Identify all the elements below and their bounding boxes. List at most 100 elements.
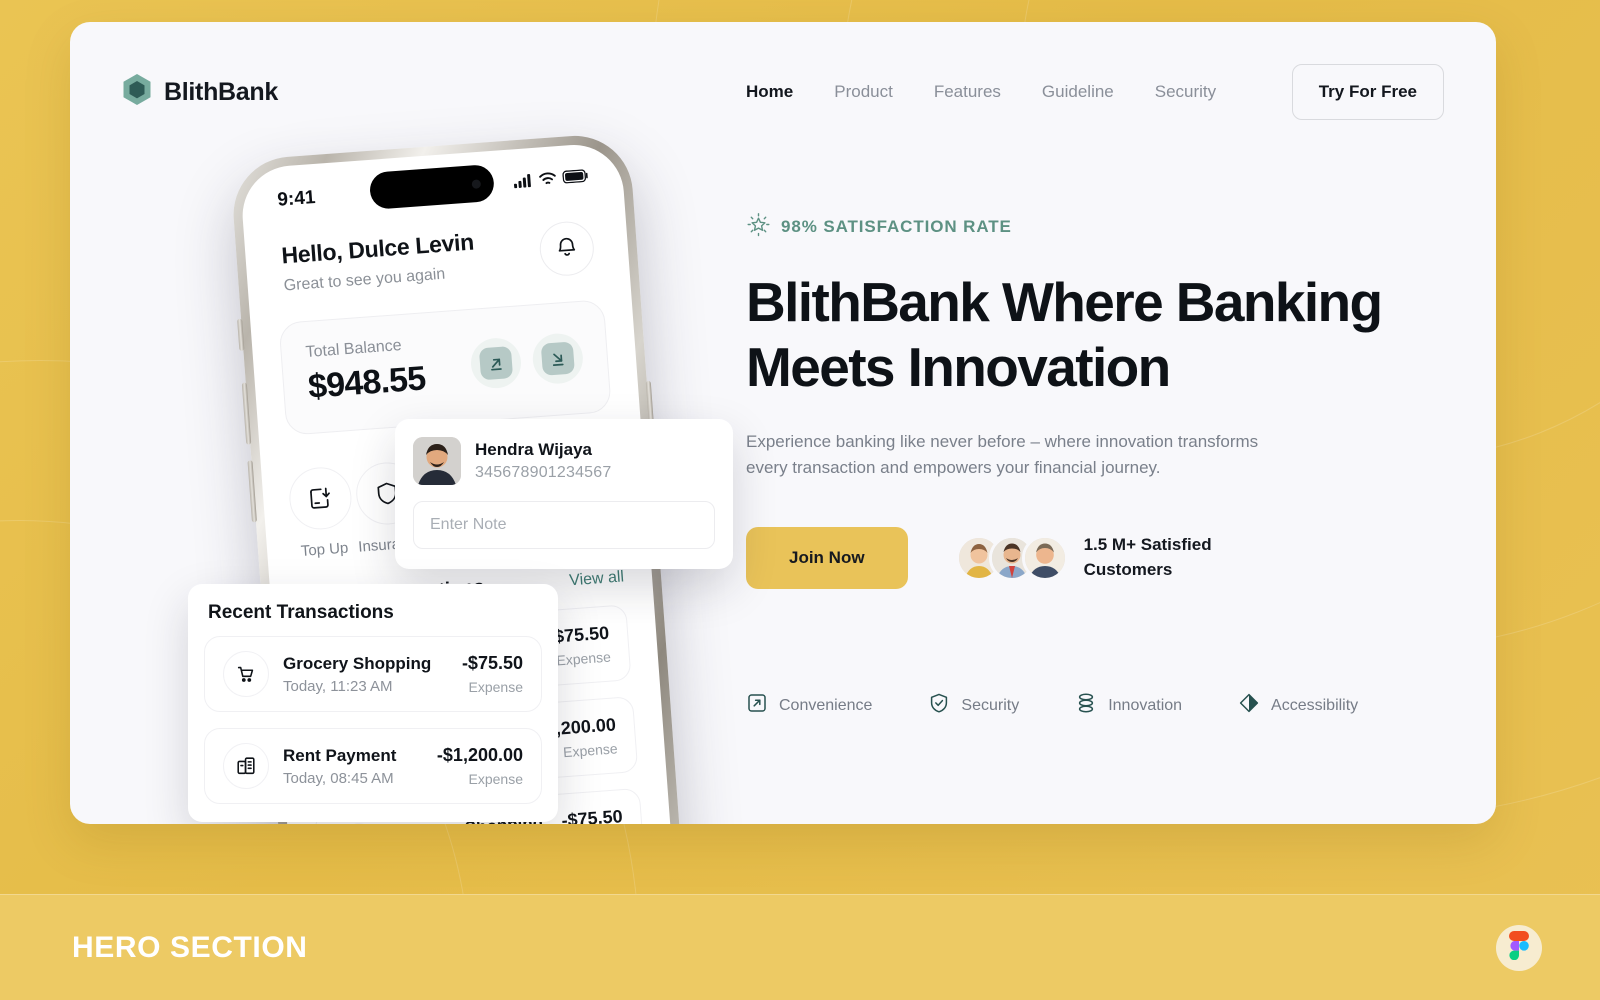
transaction-type: Expense [468, 679, 523, 695]
send-money-button[interactable] [469, 336, 523, 390]
transaction-amount: -$75.50 [560, 806, 624, 824]
feature-item-accessibility[interactable]: Accessibility [1238, 692, 1358, 719]
brand-name: BlithBank [164, 77, 278, 106]
external-link-box-icon [746, 692, 768, 719]
transaction-title: Rent Payment [283, 745, 397, 765]
brand-logo[interactable]: BlithBank [122, 73, 278, 111]
page-title: BlithBank Where Banking Meets Innovation [746, 270, 1446, 401]
shopping-cart-icon [334, 821, 384, 824]
transaction-amount: -$75.50 [461, 653, 523, 673]
nav-link-features[interactable]: Features [934, 82, 1001, 102]
feature-label: Convenience [779, 696, 873, 714]
feature-label: Security [961, 696, 1020, 714]
phone-volume-down-button [247, 460, 257, 523]
headline-line-2: Meets Innovation [746, 336, 1171, 399]
view-all-link[interactable]: View all [569, 568, 625, 590]
top-up-icon [287, 465, 355, 532]
join-now-button[interactable]: Join Now [746, 526, 908, 589]
social-proof: 1.5 M+ Satisfied Customers [955, 533, 1212, 582]
front-camera-icon [471, 178, 482, 189]
feature-item-convenience[interactable]: Convenience [746, 692, 872, 719]
transfer-recipient: Hendra Wijaya 345678901234567 [413, 437, 715, 485]
recent-transactions-overlay-card: Recent Transactions Grocery Shopping Tod… [188, 584, 558, 822]
transaction-title: Grocery Shopping [283, 653, 432, 673]
balance-amount: $948.55 [306, 359, 427, 406]
hero-section-card: BlithBank Home Product Features Guidelin… [70, 22, 1496, 824]
transaction-amount-group: -$1,200.00 Expense [437, 745, 523, 787]
nav-link-home[interactable]: Home [746, 82, 793, 102]
cellular-signal-icon [513, 173, 533, 193]
figma-badge[interactable] [1496, 924, 1542, 971]
quick-action-top-up[interactable]: Top Up [285, 465, 358, 561]
transfer-overlay-card: Hendra Wijaya 345678901234567 [395, 419, 733, 569]
shopping-cart-icon [223, 651, 269, 697]
transaction-type: Expense [555, 648, 612, 669]
feature-row: Convenience Security Innovation Accessib… [746, 692, 1358, 719]
feature-item-innovation[interactable]: Innovation [1075, 692, 1182, 719]
greeting-subtitle: Great to see you again [283, 265, 446, 295]
caption-band: HERO SECTION [0, 894, 1600, 1000]
hexagon-logo-icon [122, 73, 152, 111]
status-icons [513, 168, 589, 192]
social-proof-text: 1.5 M+ Satisfied Customers [1084, 533, 1212, 582]
hero-subtext: Experience banking like never before – w… [746, 431, 1259, 477]
avatar-stack [955, 534, 1068, 581]
sparkle-star-icon [746, 212, 771, 242]
nav-link-guideline[interactable]: Guideline [1042, 82, 1114, 102]
greeting-text: Hello, Dulce Levin Great to see you agai… [281, 228, 477, 295]
arrow-up-right-icon [478, 346, 514, 381]
quick-action-label: Top Up [300, 539, 349, 560]
social-proof-line-1: 1.5 M+ Satisfied [1083, 534, 1212, 554]
table-row[interactable]: Rent Payment Today, 08:45 AM -$1,200.00 … [204, 728, 542, 804]
transaction-amount-group: -$75.50 Expense [561, 806, 625, 824]
balance-label: Total Balance [305, 337, 403, 362]
arrow-down-right-icon [540, 341, 575, 376]
feature-label: Accessibility [1271, 696, 1359, 714]
balance-text-group: Total Balance $948.55 [305, 335, 427, 406]
balance-actions [469, 331, 585, 390]
nav-link-security[interactable]: Security [1155, 82, 1216, 102]
headline-line-1: BlithBank Where Banking [746, 271, 1383, 333]
transaction-amount-group: -$75.50 Expense [462, 653, 523, 695]
table-row[interactable]: Grocery Shopping Today, 11:23 AM -$75.50… [204, 636, 542, 712]
social-proof-line-2: Customers [1083, 559, 1173, 579]
notification-bell-button[interactable] [537, 219, 596, 278]
transfer-recipient-details: Hendra Wijaya 345678901234567 [475, 440, 611, 482]
avatar [413, 437, 461, 485]
transaction-type: Expense [468, 771, 523, 787]
enter-note-input[interactable] [413, 501, 715, 549]
bell-icon [554, 233, 580, 264]
caption-label: HERO SECTION [72, 930, 308, 964]
transaction-time: Today, 08:45 AM [283, 769, 394, 787]
satisfaction-rate-text: 98% SATISFACTION RATE [781, 217, 1012, 236]
phone-volume-up-button [241, 382, 252, 445]
transaction-main: Grocery Shopping Today, 11:23 AM [283, 654, 448, 695]
transaction-main: Rent Payment Today, 08:45 AM [283, 746, 423, 787]
greeting-title: Hello, Dulce Levin [280, 228, 475, 269]
shield-check-icon [928, 692, 950, 719]
battery-icon [562, 169, 589, 189]
nav-link-product[interactable]: Product [834, 82, 893, 102]
transaction-time: Today, 11:23 AM [283, 677, 393, 695]
database-layers-icon [1075, 692, 1097, 719]
transfer-recipient-name: Hendra Wijaya [475, 440, 592, 459]
total-balance-card: Total Balance $948.55 [278, 299, 612, 436]
cta-row: Join Now 1.5 M+ Satisfied Customers [746, 526, 1446, 589]
figma-icon [1509, 930, 1529, 965]
transfer-account-number: 345678901234567 [475, 464, 612, 481]
nav-links: Home Product Features Guideline Security [746, 82, 1216, 102]
satisfaction-rate-badge: 98% SATISFACTION RATE [746, 212, 1446, 242]
building-icon [223, 743, 269, 789]
status-time: 9:41 [276, 186, 317, 211]
avatar [1021, 534, 1068, 581]
feature-item-security[interactable]: Security [928, 692, 1019, 719]
dynamic-island [368, 163, 496, 210]
hero-copy: 98% SATISFACTION RATE BlithBank Where Ba… [746, 212, 1446, 589]
recent-transactions-title: Recent Transactions [208, 602, 394, 623]
wifi-icon [538, 171, 557, 191]
contrast-diamond-icon [1238, 692, 1260, 719]
try-for-free-button[interactable]: Try For Free [1291, 64, 1444, 120]
receive-money-button[interactable] [531, 331, 585, 386]
phone-mute-switch [237, 318, 245, 351]
transaction-amount: -$1,200.00 [436, 745, 523, 765]
